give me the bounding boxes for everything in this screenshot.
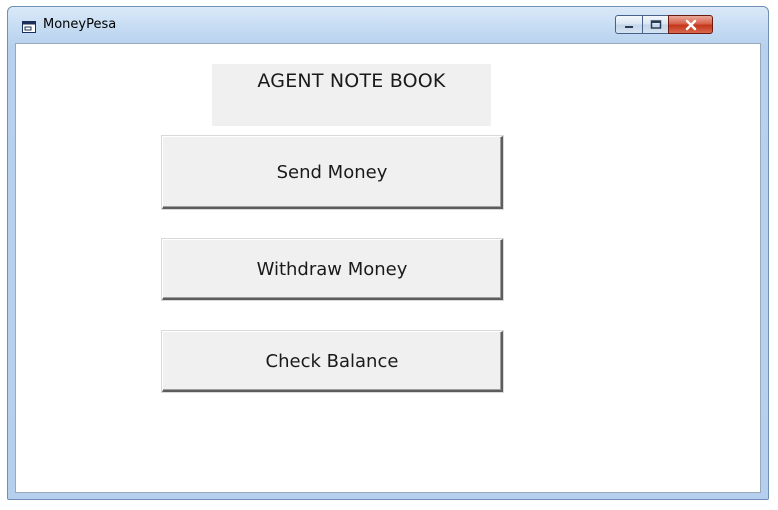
window-title: MoneyPesa [43, 17, 117, 32]
moneypesa-window: MoneyPesa AGENT NOTE BOOK Send Money Wit… [7, 6, 769, 500]
desktop: MoneyPesa AGENT NOTE BOOK Send Money Wit… [0, 0, 778, 510]
form-client-area: AGENT NOTE BOOK Send Money Withdraw Mone… [15, 43, 761, 493]
title-bar[interactable]: MoneyPesa [8, 7, 768, 43]
close-button[interactable] [668, 15, 713, 34]
check-balance-button[interactable]: Check Balance [162, 331, 503, 392]
maximize-button[interactable] [642, 15, 669, 34]
send-money-button[interactable]: Send Money [162, 136, 503, 209]
app-window-icon [22, 18, 36, 33]
minimize-button[interactable] [615, 15, 643, 34]
page-title: AGENT NOTE BOOK [257, 70, 446, 92]
withdraw-money-button[interactable]: Withdraw Money [162, 239, 503, 300]
heading-label-box: AGENT NOTE BOOK [212, 64, 491, 126]
